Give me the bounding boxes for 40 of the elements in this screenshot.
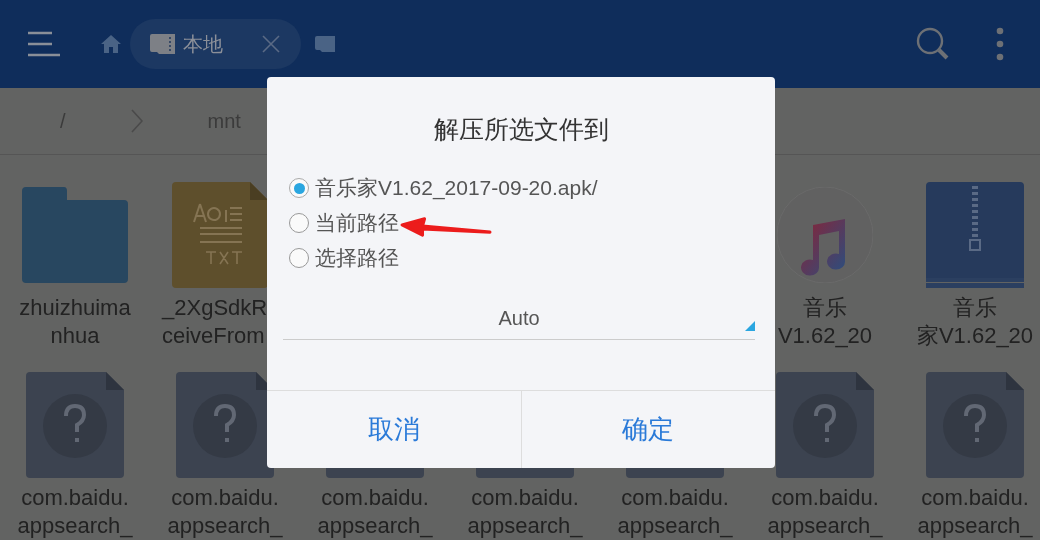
sd-card-icon <box>150 34 175 54</box>
dialog-title: 解压所选文件到 <box>432 114 610 146</box>
radio-button[interactable] <box>289 178 309 198</box>
encoding-dropdown[interactable]: Auto <box>283 297 755 340</box>
breadcrumb-item[interactable]: / <box>60 109 66 133</box>
tab-label: 本地 <box>183 30 223 58</box>
file-name[interactable]: com.baidu. appsearch_ <box>467 484 583 540</box>
sd-card-icon[interactable] <box>315 36 335 52</box>
close-icon[interactable] <box>261 34 281 54</box>
radio-button[interactable] <box>289 213 309 233</box>
unknown-file-icon <box>176 372 274 478</box>
text-file-icon <box>172 182 268 288</box>
file-name[interactable]: 音乐 家V1.62_20 <box>916 294 1034 350</box>
file-name[interactable]: _2XgSdkR ceiveFrom <box>162 294 268 350</box>
unknown-file-icon <box>926 372 1024 478</box>
home-icon[interactable] <box>100 34 122 54</box>
dropdown-triangle-icon <box>745 321 755 331</box>
more-icon[interactable] <box>996 27 1004 61</box>
file-name[interactable]: com.baidu. appsearch_ <box>767 484 883 540</box>
chevron-icon <box>130 109 143 133</box>
radio-option[interactable]: 当前路径 <box>289 207 399 239</box>
file-name[interactable]: zhuizhuima nhua <box>19 294 131 350</box>
radio-button[interactable] <box>289 248 309 268</box>
file-name[interactable]: com.baidu. appsearch_ <box>317 484 433 540</box>
folder-icon <box>22 187 128 283</box>
file-name[interactable]: com.baidu. appsearch_ <box>167 484 283 540</box>
radio-option[interactable]: 音乐家V1.62_2017-09-20.apk/ <box>289 172 598 204</box>
menu-icon[interactable] <box>26 29 60 59</box>
dialog-button[interactable]: 取消 <box>267 391 521 468</box>
storage-tab[interactable]: 本地 <box>130 19 301 69</box>
unknown-file-icon <box>26 372 124 478</box>
file-name[interactable]: 音乐 V1.62_20 <box>777 294 873 350</box>
archive-icon <box>926 182 1024 288</box>
file-name[interactable]: com.baidu. appsearch_ <box>917 484 1033 540</box>
file-name[interactable]: com.baidu. appsearch_ <box>617 484 733 540</box>
file-name[interactable]: com.baidu. appsearch_ <box>17 484 133 540</box>
dialog-button[interactable]: 确定 <box>520 391 775 468</box>
music-note-icon <box>777 187 873 283</box>
radio-option[interactable]: 选择路径 <box>289 242 399 274</box>
unknown-file-icon <box>776 372 874 478</box>
